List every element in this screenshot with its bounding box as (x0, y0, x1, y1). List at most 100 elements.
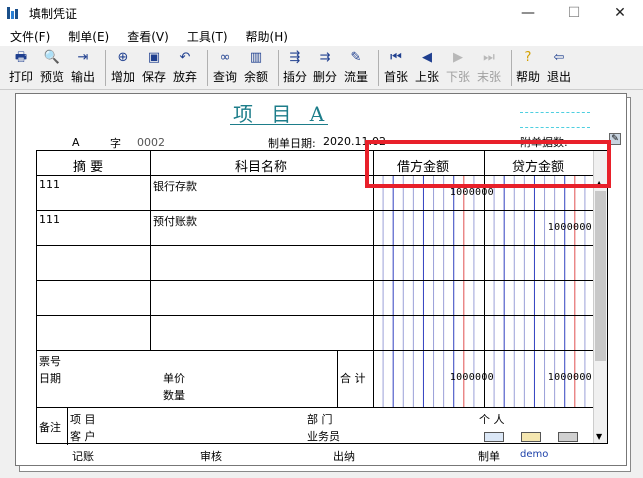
chart-icon: ▥ (249, 50, 263, 65)
menu-view[interactable]: 查看(V) (117, 28, 177, 45)
card-icon[interactable] (521, 432, 541, 442)
insert-row-icon: ⇶ (289, 50, 301, 65)
first-icon: ⏮ (390, 50, 402, 65)
query-button[interactable]: ∞ 查询 (213, 48, 237, 88)
toolbar-separator (511, 50, 512, 86)
sales-label: 业务员 (307, 430, 340, 443)
row-divider (37, 210, 595, 211)
app-icon (7, 6, 21, 20)
col-divider (337, 350, 338, 407)
next-button[interactable]: ▶ 下张 (446, 48, 470, 88)
menu-file[interactable]: 文件(F) (0, 28, 58, 45)
date-label: 制单日期: (268, 137, 316, 150)
row-divider (37, 407, 595, 408)
preview-icon: 🔍 (43, 50, 61, 65)
total-debit: 1000000 (449, 372, 494, 383)
ticket-label: 票号 (39, 355, 61, 368)
maker-name: demo (520, 449, 549, 460)
maximize-button[interactable]: ☐ (551, 0, 597, 26)
menu-bar: 文件(F) 制单(E) 查看(V) 工具(T) 帮助(H) (0, 26, 643, 46)
first-button[interactable]: ⏮ 首张 (384, 48, 408, 88)
toolbar: 🖶 打印 🔍 预览 ⇥ 输出 ⊕ 增加 ▣ 保存 ↶ 放弃 ∞ 查询 ▥ 余额 ⇶ 插分 ⇉ 删分 … (0, 46, 643, 90)
voucher-table: 摘 要 科目名称 借方金额 贷方金额 111 银行存款 1000000 111 … (36, 150, 608, 445)
project-label: 项 目 (70, 413, 96, 426)
col-divider (67, 407, 68, 445)
voucher-title: 项 目 A (233, 102, 331, 126)
date-row-label: 日期 (39, 372, 61, 385)
menu-tools[interactable]: 工具(T) (177, 28, 236, 45)
voucher-word[interactable]: A (72, 136, 80, 149)
balance-button[interactable]: ▥ 余额 (244, 48, 268, 88)
row-divider (37, 350, 595, 351)
dept-label: 部 门 (307, 413, 333, 426)
delete-row-button[interactable]: ⇉ 删分 (313, 48, 337, 88)
price-label: 单价 (163, 372, 185, 385)
bookkeeping-label: 记账 (72, 450, 94, 463)
close-button[interactable]: ✕ (597, 0, 643, 26)
window-title: 填制凭证 (29, 6, 78, 21)
export-icon: ⇥ (77, 50, 89, 65)
maker-label: 制单 (478, 450, 500, 463)
col-divider (150, 151, 151, 350)
add-icon: ⊕ (117, 50, 129, 65)
export-button[interactable]: ⇥ 输出 (71, 48, 95, 88)
row2-summary[interactable]: 111 (39, 213, 60, 226)
insert-row-button[interactable]: ⇶ 插分 (283, 48, 307, 88)
save-icon: ▣ (147, 50, 161, 65)
dash-line (520, 127, 590, 128)
add-button[interactable]: ⊕ 增加 (111, 48, 135, 88)
last-icon: ⏭ (483, 50, 495, 65)
qty-label: 数量 (163, 389, 185, 402)
toolbar-separator (278, 50, 279, 86)
help-button[interactable]: ? 帮助 (516, 48, 540, 88)
exit-icon: ⇦ (553, 50, 565, 65)
last-button[interactable]: ⏭ 末张 (477, 48, 501, 88)
save-button[interactable]: ▣ 保存 (142, 48, 166, 88)
flow-icon: ✎ (350, 50, 362, 65)
row2-subject[interactable]: 预付账款 (153, 213, 197, 229)
scroll-down-icon[interactable]: ▼ (596, 432, 602, 441)
voucher-word-label: 字 (110, 137, 121, 150)
total-label: 合 计 (340, 372, 366, 385)
toolbar-separator (378, 50, 379, 86)
remark-label: 备注 (39, 421, 61, 434)
binoculars-icon: ∞ (219, 50, 231, 65)
row1-summary[interactable]: 111 (39, 178, 60, 191)
delete-row-icon: ⇉ (319, 50, 331, 65)
voucher-title-underline (230, 124, 328, 125)
cashflow-button[interactable]: ✎ 流量 (344, 48, 368, 88)
undo-icon: ↶ (179, 50, 191, 65)
exit-button[interactable]: ⇦ 退出 (547, 48, 571, 88)
row1-debit[interactable]: 1000000 (450, 187, 494, 198)
cashier-label: 出纳 (333, 450, 355, 463)
customer-label: 客 户 (70, 430, 96, 443)
vertical-scrollbar[interactable]: ▲ ▼ (593, 151, 607, 443)
ticket-icon[interactable] (484, 432, 504, 442)
toolbar-separator (207, 50, 208, 86)
scroll-thumb[interactable] (595, 191, 606, 361)
preview-button[interactable]: 🔍 预览 (40, 48, 64, 88)
toolbar-separator (105, 50, 106, 86)
discard-button[interactable]: ↶ 放弃 (173, 48, 197, 88)
row-divider (37, 315, 595, 316)
menu-voucher[interactable]: 制单(E) (58, 28, 117, 45)
help-icon: ? (524, 50, 532, 65)
minimize-button[interactable]: — (505, 0, 551, 26)
print-button[interactable]: 🖶 打印 (9, 48, 33, 88)
prev-button[interactable]: ◀ 上张 (415, 48, 439, 88)
highlight-box (365, 140, 611, 188)
row1-subject[interactable]: 银行存款 (153, 178, 197, 194)
menu-help[interactable]: 帮助(H) (236, 28, 296, 45)
row2-credit[interactable]: 1000000 (548, 222, 592, 233)
tool-icon[interactable] (558, 432, 578, 442)
total-credit: 1000000 (547, 372, 592, 383)
col-divider (373, 151, 374, 407)
dash-line (520, 112, 590, 113)
header-summary: 摘 要 (73, 160, 104, 175)
row-divider (37, 245, 595, 246)
print-icon: 🖶 (14, 50, 28, 65)
audit-label: 审核 (200, 450, 222, 463)
voucher-number[interactable]: 0002 (137, 136, 165, 149)
next-icon: ▶ (453, 50, 463, 65)
header-subject: 科目名称 (235, 160, 288, 175)
